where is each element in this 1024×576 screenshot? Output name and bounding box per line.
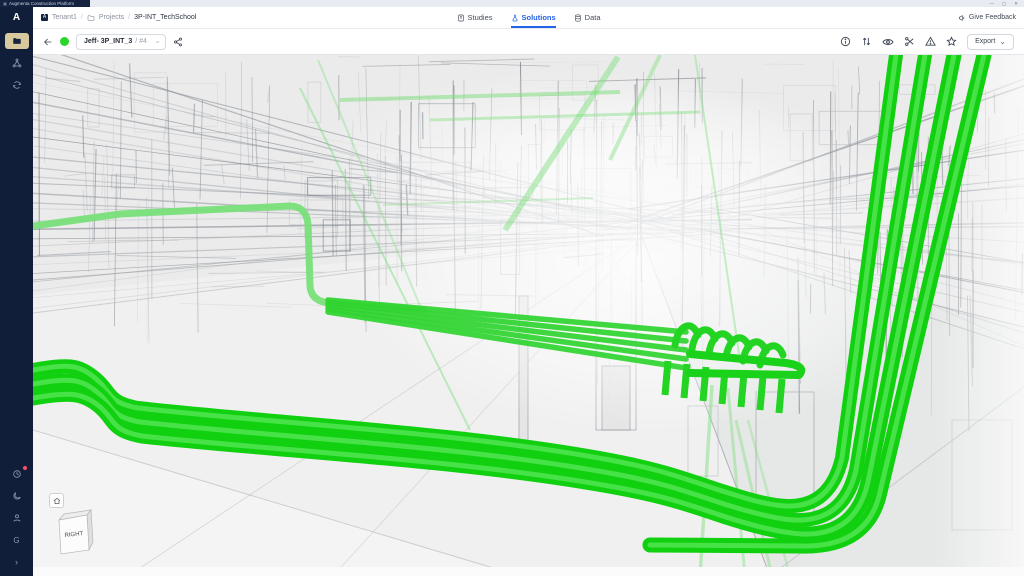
- sidebar-bottom-group: G ›: [5, 463, 29, 573]
- main-tabs: Studies Solutions Data: [456, 7, 600, 28]
- breadcrumb: A Tenant1 / Projects / 3P-INT_TechSchool: [41, 14, 196, 22]
- tab-title: Augmenta Construction Platform: [9, 1, 74, 6]
- tab-data[interactable]: Data: [574, 7, 601, 28]
- export-label: Export: [975, 38, 995, 45]
- sidebar-item-language[interactable]: G: [5, 532, 29, 548]
- minimize-button[interactable]: —: [989, 1, 994, 6]
- close-button[interactable]: ✕: [1014, 1, 1018, 7]
- home-view-button[interactable]: [49, 493, 64, 508]
- viewport-3d[interactable]: RIGHT: [33, 55, 1024, 576]
- browser-tabstrip: A Augmenta Construction Platform — ▢ ✕: [0, 0, 1024, 7]
- warning-button[interactable]: [925, 36, 936, 47]
- back-button[interactable]: [43, 37, 53, 47]
- app-logo[interactable]: A: [13, 12, 20, 23]
- network-icon: [12, 58, 22, 68]
- toolbar-right-group: Export ⌄: [840, 34, 1014, 50]
- sidebar-item-projects[interactable]: [5, 33, 29, 49]
- chevron-down-icon: ⌄: [154, 36, 161, 45]
- app-window: A Augmenta Construction Platform — ▢ ✕ A: [0, 0, 1024, 576]
- home-icon: [53, 497, 61, 505]
- sidebar-item-network[interactable]: [5, 55, 29, 71]
- export-button[interactable]: Export ⌄: [967, 34, 1014, 50]
- status-dot: [60, 37, 69, 46]
- window-controls: — ▢ ✕: [989, 0, 1024, 7]
- favorite-star-button[interactable]: [946, 36, 957, 47]
- app-header: A Tenant1 / Projects / 3P-INT_TechSchool…: [33, 7, 1024, 29]
- maximize-button[interactable]: ▢: [1002, 1, 1006, 7]
- history-clock-icon: [12, 469, 22, 479]
- visibility-eye-button[interactable]: [882, 36, 894, 48]
- sidebar: A: [0, 7, 33, 576]
- compare-arrows-button[interactable]: [861, 36, 872, 47]
- breadcrumb-project-name[interactable]: 3P-INT_TechSchool: [134, 14, 196, 21]
- section-cut-scissors-button[interactable]: [904, 36, 915, 47]
- view-cube[interactable]: RIGHT: [55, 509, 103, 559]
- browser-tab[interactable]: A Augmenta Construction Platform: [0, 0, 90, 7]
- sidebar-expand-button[interactable]: ›: [5, 554, 29, 570]
- give-feedback-button[interactable]: Give Feedback: [958, 14, 1016, 22]
- solutions-icon: [511, 14, 519, 22]
- moon-icon: [12, 491, 22, 501]
- folder-icon: [12, 36, 22, 46]
- tab-data-label: Data: [585, 13, 601, 22]
- breadcrumb-tenant[interactable]: Tenant1: [52, 14, 77, 21]
- give-feedback-label: Give Feedback: [969, 14, 1016, 21]
- favicon: A: [3, 2, 7, 6]
- tab-solutions[interactable]: Solutions: [511, 7, 556, 28]
- breadcrumb-projects[interactable]: Projects: [99, 14, 124, 21]
- folder-icon: [87, 14, 95, 22]
- simulation-run-number: / #4: [135, 38, 147, 45]
- sidebar-item-theme[interactable]: [5, 488, 29, 504]
- study-toolbar: Jeff- 3P_INT_3 / #4 ⌄: [33, 29, 1024, 55]
- notification-badge: [23, 466, 27, 470]
- share-button[interactable]: [173, 37, 183, 47]
- breadcrumb-separator: /: [128, 14, 130, 21]
- tab-studies[interactable]: Studies: [456, 7, 492, 28]
- simulation-selector[interactable]: Jeff- 3P_INT_3 / #4 ⌄: [76, 34, 166, 50]
- simulation-name: Jeff- 3P_INT_3: [84, 38, 132, 45]
- sidebar-item-history[interactable]: [5, 466, 29, 482]
- tab-studies-label: Studies: [467, 13, 492, 22]
- sidebar-item-sync[interactable]: [5, 77, 29, 93]
- sync-icon: [12, 80, 22, 90]
- chevron-down-icon: ⌄: [999, 39, 1006, 45]
- studies-icon: [456, 14, 464, 22]
- scene-canvas: [33, 55, 1024, 576]
- tenant-chip-icon: A: [41, 14, 48, 21]
- data-icon: [574, 14, 582, 22]
- tab-solutions-label: Solutions: [522, 13, 556, 22]
- breadcrumb-separator: /: [81, 14, 83, 21]
- sidebar-item-account[interactable]: [5, 510, 29, 526]
- user-icon: [12, 513, 22, 523]
- megaphone-icon: [958, 14, 966, 22]
- info-button[interactable]: [840, 36, 851, 47]
